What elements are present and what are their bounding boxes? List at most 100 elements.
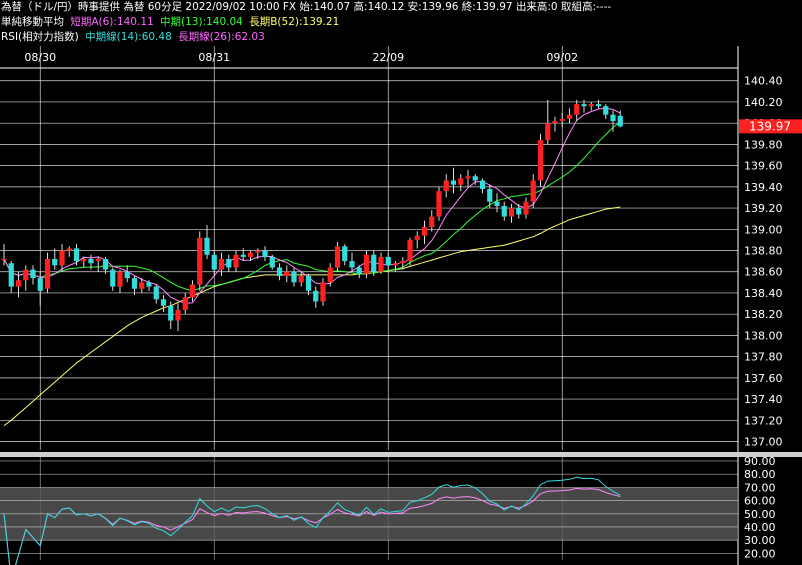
candle-body[interactable] [429,216,435,228]
candle-body[interactable] [59,250,65,266]
candle-body[interactable] [73,248,80,262]
rsi-tick-label: 60.00 [744,495,776,508]
price-chart[interactable]: 140.40140.20140.00139.80139.60139.40139.… [0,0,802,565]
candle-body[interactable] [15,280,22,287]
candle-body[interactable] [421,227,428,236]
candle-body[interactable] [30,269,36,279]
candle-body[interactable] [342,246,348,262]
candle-body[interactable] [175,309,181,321]
candle-body[interactable] [559,118,565,122]
candle-body[interactable] [349,261,355,268]
candle-body[interactable] [566,114,573,119]
candle-body[interactable] [88,259,94,264]
candle-body[interactable] [269,256,275,268]
candle-body[interactable] [102,259,109,270]
price-tick-label: 140.20 [744,96,783,109]
candle-body[interactable] [124,271,130,279]
date-tick-label: 09/02 [546,51,578,64]
price-tick-label: 139.80 [744,138,783,151]
candle-body[interactable] [595,104,602,107]
candle-body[interactable] [508,208,515,217]
candle-body[interactable] [588,104,594,107]
candle-body[interactable] [537,140,544,181]
price-tick-label: 138.60 [744,266,783,279]
candle-body[interactable] [523,201,529,215]
candle-body[interactable] [407,239,413,262]
rsi-tick-label: 40.00 [744,521,776,534]
candle-body[interactable] [131,278,138,289]
candle-body[interactable] [226,259,232,268]
candle-body[interactable] [276,267,283,276]
date-tick-label: 08/31 [198,51,230,64]
candle-body[interactable] [110,269,116,287]
candle-body[interactable] [385,256,391,266]
candle-body[interactable] [117,271,123,287]
candle-body[interactable] [81,259,87,262]
price-tick-label: 139.40 [744,181,783,194]
candle-body[interactable] [284,271,290,276]
candle-body[interactable] [8,263,14,287]
candle-body[interactable] [392,263,399,266]
candle-body[interactable] [182,297,188,310]
candle-body[interactable] [23,269,29,281]
candle-body[interactable] [494,201,500,206]
candle-body[interactable] [153,286,159,300]
candle-body[interactable] [305,275,312,291]
candle-body[interactable] [37,278,43,291]
candle-body[interactable] [363,254,370,274]
candle-body[interactable] [458,178,464,185]
price-tick-label: 137.00 [744,436,783,449]
candle-body[interactable] [139,282,145,289]
candle-body[interactable] [44,259,51,289]
candle-body[interactable] [581,104,587,107]
candle-body[interactable] [233,254,239,268]
candle-body[interactable] [262,250,268,257]
candle-body[interactable] [168,305,174,321]
candle-body[interactable] [204,237,210,255]
candle-body[interactable] [313,290,319,302]
candle-body[interactable] [1,259,7,261]
candle-body[interactable] [52,259,58,266]
candle-body[interactable] [95,259,101,262]
candle-body[interactable] [552,121,558,124]
candle-body[interactable] [603,106,609,115]
candle-body[interactable] [218,259,225,270]
candle-body[interactable] [378,256,384,272]
candle-body[interactable] [443,180,449,192]
candle-body[interactable] [450,180,457,185]
price-tick-label: 137.40 [744,393,783,406]
candle-body[interactable] [487,188,493,202]
candle-body[interactable] [516,208,522,215]
candle-body[interactable] [472,176,478,181]
candle-body[interactable] [255,250,261,253]
candle-body[interactable] [617,115,623,127]
candle-body[interactable] [66,248,72,251]
candle-body[interactable] [501,205,507,217]
candle-body[interactable] [189,284,196,298]
candle-body[interactable] [197,237,203,285]
candle-body[interactable] [146,282,152,287]
candle-body[interactable] [298,275,304,283]
candle-body[interactable] [574,104,580,115]
candle-body[interactable] [211,254,217,270]
candle-body[interactable] [436,191,442,217]
price-tick-label: 137.20 [744,414,783,427]
candle-body[interactable] [240,254,246,257]
candle-body[interactable] [479,180,486,189]
candle-body[interactable] [371,254,377,272]
candle-body[interactable] [247,252,254,257]
candle-body[interactable] [610,114,616,122]
candle-body[interactable] [320,282,326,302]
candle-body[interactable] [327,267,333,283]
candle-body[interactable] [334,246,341,268]
candle-body[interactable] [414,235,420,240]
rsi-tick-label: 50.00 [744,508,776,521]
candle-body[interactable] [291,271,297,283]
candle-body[interactable] [465,176,471,179]
candle-body[interactable] [160,299,167,306]
candle-body[interactable] [530,180,536,202]
candle-body[interactable] [400,261,406,264]
date-tick-label: 22/09 [372,51,404,64]
candle-body[interactable] [545,123,551,141]
candle-body[interactable] [356,267,362,274]
